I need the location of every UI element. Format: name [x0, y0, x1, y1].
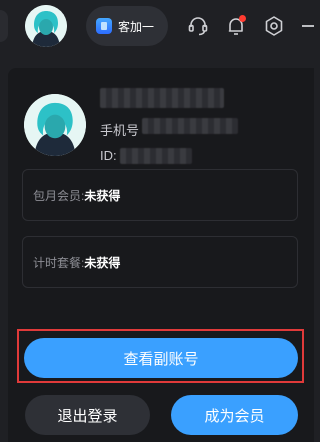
- view-sub-account-button[interactable]: 查看副账号: [24, 338, 298, 378]
- monthly-membership-value: 未获得: [84, 188, 121, 203]
- become-member-button[interactable]: 成为会员: [171, 395, 298, 435]
- username-redacted: [100, 88, 224, 108]
- pill-label: 客加一: [118, 19, 155, 34]
- timed-package-value: 未获得: [84, 255, 121, 270]
- minimize-icon[interactable]: [300, 14, 314, 38]
- monthly-membership-card: 包月会员: 未获得: [22, 169, 298, 221]
- avatar-icon: [25, 5, 67, 47]
- avatar[interactable]: [25, 5, 67, 47]
- phone-redacted: [142, 118, 238, 134]
- phone-label: 手机号: [100, 123, 140, 138]
- team-pill-button[interactable]: 客加一: [86, 6, 168, 46]
- top-bar: 客加一: [0, 0, 314, 54]
- profile-avatar: [24, 94, 86, 156]
- settings-icon[interactable]: [262, 14, 286, 38]
- timed-package-label: 计时套餐:: [33, 255, 85, 270]
- timed-package-card: 计时套餐: 未获得: [22, 236, 298, 288]
- cube-icon: [96, 18, 112, 34]
- monthly-membership-label: 包月会员:: [33, 188, 85, 203]
- logout-button[interactable]: 退出登录: [25, 395, 150, 435]
- sidebar-edge[interactable]: [0, 10, 8, 42]
- id-label: ID:: [100, 148, 117, 163]
- avatar-icon: [24, 94, 86, 156]
- bell-icon[interactable]: [224, 14, 248, 38]
- id-redacted: [120, 148, 192, 164]
- notification-dot: [239, 15, 246, 22]
- support-icon[interactable]: [186, 14, 210, 38]
